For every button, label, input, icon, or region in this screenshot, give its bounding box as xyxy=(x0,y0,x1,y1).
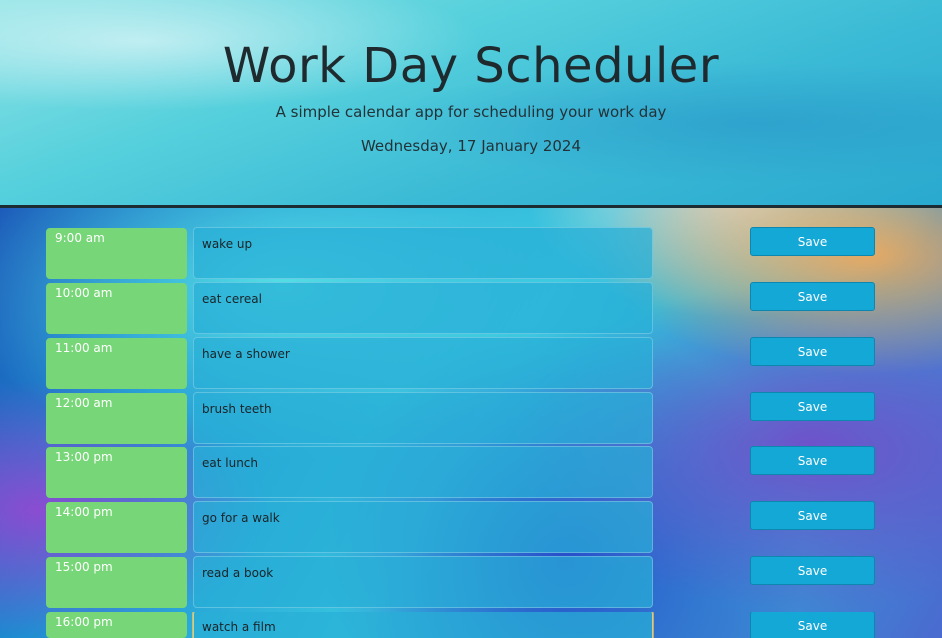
task-textarea[interactable]: have a shower xyxy=(193,337,653,389)
save-button[interactable]: Save xyxy=(750,282,875,311)
hour-label: 12:00 am xyxy=(46,393,187,444)
task-textarea[interactable]: go for a walk xyxy=(193,501,653,553)
page-subtitle: A simple calendar app for scheduling you… xyxy=(275,103,667,121)
save-button[interactable]: Save xyxy=(750,227,875,256)
save-button[interactable]: Save xyxy=(750,337,875,366)
current-date: Wednesday, 17 January 2024 xyxy=(360,137,582,155)
save-button[interactable]: Save xyxy=(750,501,875,530)
save-button[interactable]: Save xyxy=(750,612,875,638)
save-button[interactable]: Save xyxy=(750,556,875,585)
time-block-row: 10:00 am eat cereal Save xyxy=(0,282,942,335)
time-block-row: 15:00 pm read a book Save xyxy=(0,556,942,609)
hour-label: 9:00 am xyxy=(46,228,187,279)
hour-label: 13:00 pm xyxy=(46,447,187,498)
task-textarea[interactable]: brush teeth xyxy=(193,392,653,444)
task-textarea[interactable]: wake up xyxy=(193,227,653,279)
task-textarea[interactable]: eat lunch xyxy=(193,446,653,498)
hour-label: 16:00 pm xyxy=(46,612,187,638)
hour-label: 11:00 am xyxy=(46,338,187,389)
time-block-row: 13:00 pm eat lunch Save xyxy=(0,446,942,499)
time-block-row: 11:00 am have a shower Save xyxy=(0,337,942,390)
hour-label: 10:00 am xyxy=(46,283,187,334)
task-textarea[interactable]: watch a film xyxy=(193,612,653,638)
jumbotron-header: Work Day Scheduler A simple calendar app… xyxy=(0,0,942,208)
hour-label: 15:00 pm xyxy=(46,557,187,608)
page-title: Work Day Scheduler xyxy=(222,38,720,94)
save-button[interactable]: Save xyxy=(750,446,875,475)
time-block-row: 16:00 pm watch a film Save xyxy=(0,612,942,638)
time-block-row: 14:00 pm go for a walk Save xyxy=(0,501,942,554)
save-button[interactable]: Save xyxy=(750,392,875,421)
hour-label: 14:00 pm xyxy=(46,502,187,553)
task-textarea[interactable]: eat cereal xyxy=(193,282,653,334)
time-block-row: 9:00 am wake up Save xyxy=(0,227,942,280)
time-block-row: 12:00 am brush teeth Save xyxy=(0,392,942,445)
task-textarea[interactable]: read a book xyxy=(193,556,653,608)
